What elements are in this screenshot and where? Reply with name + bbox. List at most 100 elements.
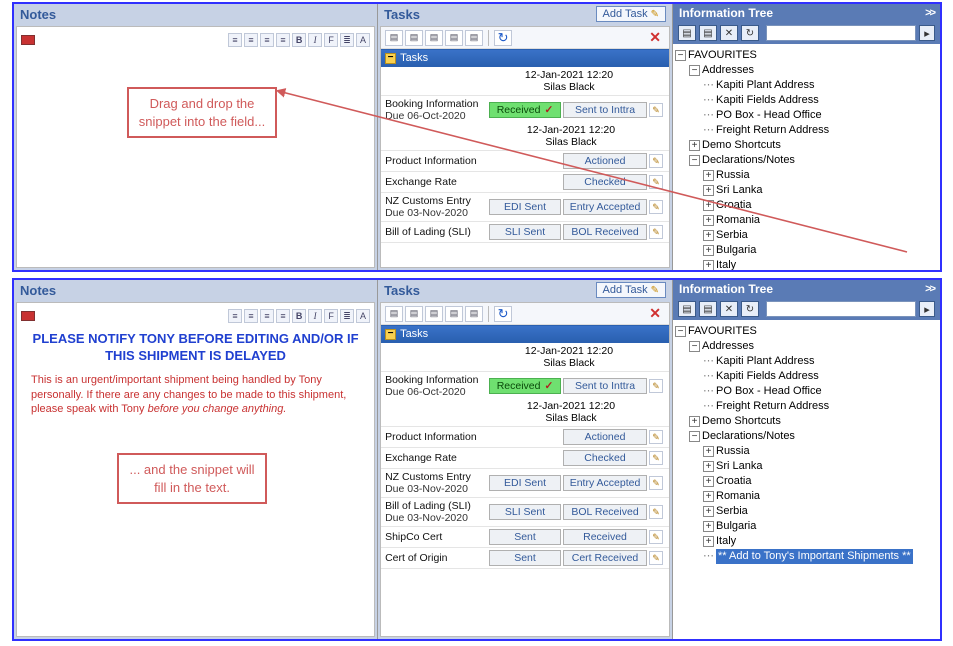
collapse-icon[interactable]: − [689, 431, 700, 442]
tree-node[interactable]: +Sri Lanka [703, 183, 938, 198]
tree-go-button[interactable]: ▸ [919, 25, 935, 41]
expand-icon[interactable]: + [703, 491, 714, 502]
font-icon[interactable]: F [324, 309, 338, 323]
expand-icon[interactable]: + [689, 140, 700, 151]
tree-node[interactable]: +Romania [703, 213, 938, 228]
align-center-icon[interactable]: ≡ [244, 309, 258, 323]
collapse-icon[interactable]: − [689, 65, 700, 76]
expand-icon[interactable]: + [703, 170, 714, 181]
align-left-icon[interactable]: ≡ [228, 33, 242, 47]
align-center-icon[interactable]: ≡ [244, 33, 258, 47]
refresh-icon[interactable]: ↻ [494, 30, 512, 46]
tree-node-label[interactable]: Serbia [716, 504, 748, 519]
task-tool-4-icon[interactable]: ▤ [445, 306, 463, 322]
expand-icon[interactable]: + [703, 506, 714, 517]
tree-node[interactable]: +Russia [703, 444, 938, 459]
tree-node-label[interactable]: ** Add to Tony's Important Shipments ** [716, 549, 913, 564]
task-status-1[interactable]: SLI Sent [489, 504, 561, 520]
tree-node-label[interactable]: Freight Return Address [716, 123, 829, 138]
italic-icon[interactable]: I [308, 33, 322, 47]
tree-node-label[interactable]: Bulgaria [716, 519, 756, 534]
align-right-icon[interactable]: ≡ [260, 309, 274, 323]
tree-node-label[interactable]: FAVOURITES [688, 324, 757, 339]
tree-node-label[interactable]: Sri Lanka [716, 459, 762, 474]
expand-icon[interactable]: + [703, 230, 714, 241]
tree-node-label[interactable]: Italy [716, 534, 736, 549]
task-tool-1-icon[interactable]: ▤ [385, 30, 403, 46]
task-edit-icon[interactable]: ✎ [649, 103, 663, 117]
tree-node-label[interactable]: Freight Return Address [716, 399, 829, 414]
task-tool-3-icon[interactable]: ▤ [425, 306, 443, 322]
align-left-icon[interactable]: ≡ [228, 309, 242, 323]
tree-node[interactable]: ⋯PO Box - Head Office [703, 384, 938, 399]
tree-node[interactable]: +Romania [703, 489, 938, 504]
tree-go-button[interactable]: ▸ [919, 301, 935, 317]
tree-node[interactable]: +Demo Shortcuts [689, 414, 938, 429]
tree-node-label[interactable]: Croatia [716, 198, 751, 213]
list-icon[interactable]: ≣ [340, 33, 354, 47]
tree-node[interactable]: −Declarations/Notes [689, 153, 938, 168]
task-status-1[interactable]: SLI Sent [489, 224, 561, 240]
task-status-1[interactable]: Sent [489, 529, 561, 545]
tree-node-label[interactable]: FAVOURITES [688, 48, 757, 63]
collapse-icon[interactable]: − [675, 50, 686, 61]
task-status-2[interactable]: Sent to Inttra [563, 102, 647, 118]
task-status-2[interactable]: BOL Received [563, 504, 647, 520]
tree-tools-icon[interactable]: ✕ [720, 301, 738, 317]
expand-icon[interactable]: + [703, 536, 714, 547]
task-edit-icon[interactable]: ✎ [649, 476, 663, 490]
expand-icon[interactable]: + [703, 521, 714, 532]
task-edit-icon[interactable]: ✎ [649, 530, 663, 544]
tree-node-label[interactable]: Declarations/Notes [702, 153, 795, 168]
tree-node-label[interactable]: Russia [716, 168, 750, 183]
task-status-2[interactable]: Entry Accepted [563, 475, 647, 491]
tree-node-label[interactable]: Demo Shortcuts [702, 138, 781, 153]
color-icon[interactable]: A [356, 309, 370, 323]
tree-node[interactable]: +Serbia [703, 504, 938, 519]
task-status-1[interactable]: Sent [489, 550, 561, 566]
task-status-2[interactable]: Entry Accepted [563, 199, 647, 215]
tree-node-label[interactable]: Demo Shortcuts [702, 414, 781, 429]
chevron-right-icon[interactable]: >> [925, 283, 934, 295]
tree-refresh-icon[interactable]: ↻ [741, 301, 759, 317]
task-status-2[interactable]: Checked [563, 174, 647, 190]
rec-marker-icon[interactable] [21, 311, 35, 321]
tree-edit-icon[interactable]: ▤ [699, 25, 717, 41]
tree-refresh-icon[interactable]: ↻ [741, 25, 759, 41]
task-tool-2-icon[interactable]: ▤ [405, 306, 423, 322]
tree-node-label[interactable]: Sri Lanka [716, 183, 762, 198]
tree-node-label[interactable]: Addresses [702, 339, 754, 354]
tree-node[interactable]: ⋯Kapiti Plant Address [703, 78, 938, 93]
tree-node-label[interactable]: Romania [716, 213, 760, 228]
rec-marker-icon[interactable] [21, 35, 35, 45]
align-justify-icon[interactable]: ≡ [276, 33, 290, 47]
task-status-2[interactable]: Checked [563, 450, 647, 466]
tree-node[interactable]: −FAVOURITES [675, 48, 938, 63]
task-status-1[interactable]: EDI Sent [489, 475, 561, 491]
collapse-icon[interactable]: − [385, 329, 396, 340]
add-task-button[interactable]: Add Task ✎ [596, 282, 666, 298]
tree-node-label[interactable]: Romania [716, 489, 760, 504]
refresh-icon[interactable]: ↻ [494, 306, 512, 322]
bold-icon[interactable]: B [292, 33, 306, 47]
task-edit-icon[interactable]: ✎ [649, 225, 663, 239]
list-icon[interactable]: ≣ [340, 309, 354, 323]
tree-node[interactable]: −Addresses [689, 63, 938, 78]
tree-node-label[interactable]: Kapiti Plant Address [716, 78, 814, 93]
tree-node[interactable]: ⋯** Add to Tony's Important Shipments ** [703, 549, 938, 564]
tree-search-input[interactable] [766, 25, 916, 41]
close-icon[interactable]: ✕ [649, 29, 661, 46]
tree-node[interactable]: −Declarations/Notes [689, 429, 938, 444]
notes-body[interactable]: ≡ ≡ ≡ ≡ B I F ≣ A Drag and drop the snip… [16, 26, 375, 268]
task-tool-4-icon[interactable]: ▤ [445, 30, 463, 46]
task-status-2[interactable]: Actioned [563, 429, 647, 445]
task-tool-2-icon[interactable]: ▤ [405, 30, 423, 46]
tree-node-label[interactable]: Serbia [716, 228, 748, 243]
tree-node[interactable]: ⋯Kapiti Fields Address [703, 93, 938, 108]
tree-node-label[interactable]: Addresses [702, 63, 754, 78]
tree-node[interactable]: +Italy [703, 534, 938, 549]
tree-node[interactable]: +Serbia [703, 228, 938, 243]
tree-node[interactable]: ⋯Kapiti Fields Address [703, 369, 938, 384]
tree-node[interactable]: ⋯Kapiti Plant Address [703, 354, 938, 369]
task-edit-icon[interactable]: ✎ [649, 551, 663, 565]
